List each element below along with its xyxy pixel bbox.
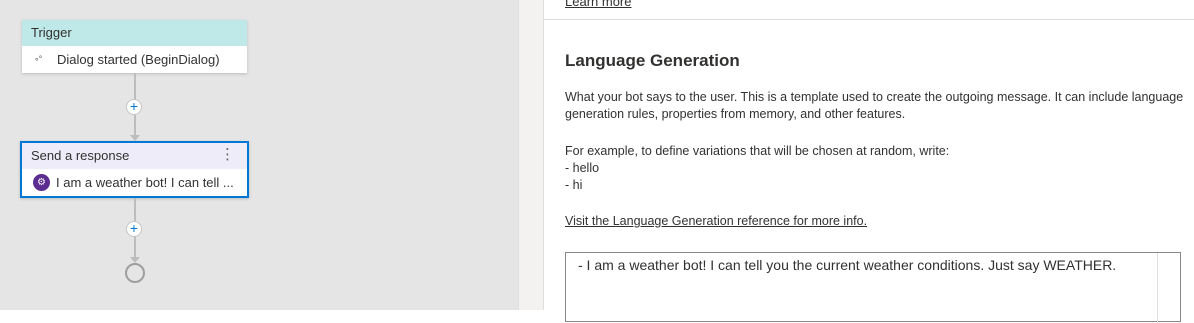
- example-block: For example, to define variations that w…: [565, 143, 949, 194]
- section-title: Language Generation: [565, 51, 740, 70]
- example-intro: For example, to define variations that w…: [565, 144, 950, 158]
- lg-template-editor[interactable]: - I am a weather bot! I can tell you the…: [565, 252, 1181, 323]
- learn-more-link[interactable]: Learn more: [565, 0, 631, 9]
- send-response-body: ⚙ I am a weather bot! I can tell ...: [22, 169, 247, 196]
- more-options-icon[interactable]: ⋮: [220, 143, 235, 167]
- trigger-label: Dialog started (BeginDialog): [57, 52, 220, 67]
- add-node-button[interactable]: +: [126, 99, 142, 115]
- editor-text-line[interactable]: - I am a weather bot! I can tell you the…: [578, 257, 1116, 273]
- editor-scrollbar[interactable]: [1157, 253, 1158, 323]
- send-response-title: Send a response: [31, 148, 130, 163]
- end-node-circle: [125, 263, 145, 283]
- bot-icon: ⚙: [33, 174, 50, 191]
- property-panel: Learn more Language Generation What your…: [544, 0, 1194, 323]
- example-line: - hello: [565, 161, 600, 175]
- example-line: - hi: [565, 178, 583, 192]
- trigger-node-body: ∘° Dialog started (BeginDialog): [22, 46, 247, 73]
- send-response-node[interactable]: Send a response ⋮ ⚙ I am a weather bot! …: [20, 141, 249, 198]
- section-description: What your bot says to the user. This is …: [565, 90, 1184, 121]
- trigger-node-header: Trigger: [22, 20, 247, 46]
- section-divider: [544, 19, 1194, 20]
- panel-splitter[interactable]: [518, 0, 544, 310]
- add-node-button[interactable]: +: [126, 221, 142, 237]
- trigger-icon: ∘°: [34, 54, 42, 64]
- send-response-header: Send a response ⋮: [22, 143, 247, 169]
- flow-canvas[interactable]: Trigger ∘° Dialog started (BeginDialog) …: [0, 0, 518, 310]
- lg-reference-link[interactable]: Visit the Language Generation reference …: [565, 214, 867, 228]
- send-response-label: I am a weather bot! I can tell ...: [56, 175, 234, 190]
- trigger-node[interactable]: Trigger ∘° Dialog started (BeginDialog): [22, 20, 247, 73]
